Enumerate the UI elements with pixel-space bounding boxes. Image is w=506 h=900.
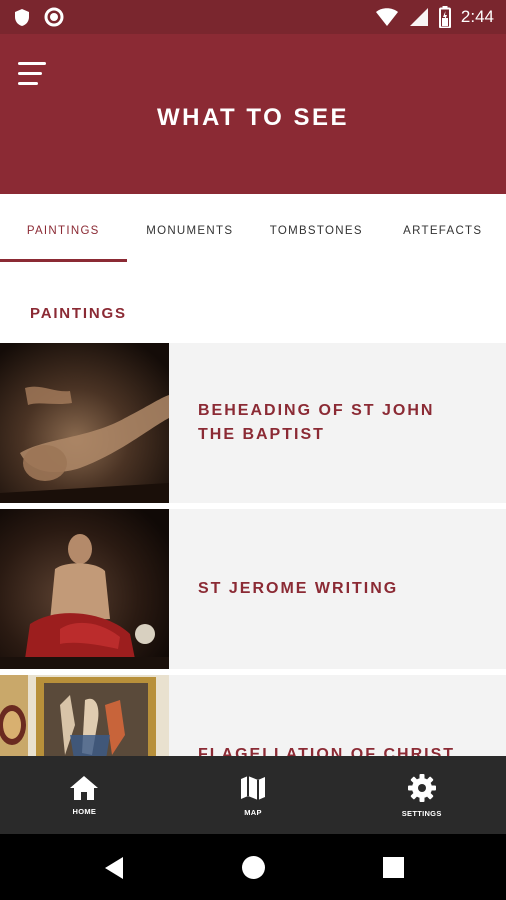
status-left [14, 7, 64, 27]
nav-home[interactable]: HOME [0, 756, 169, 834]
item-title: ST JEROME WRITING [198, 580, 399, 597]
painting-thumbnail [0, 675, 169, 756]
nav-map-label: MAP [244, 807, 262, 817]
paintings-list: BEHEADING OF ST JOHN THE BAPTIST ST JERO… [0, 343, 506, 756]
item-title: FLAGELLATION OF CHRIST [198, 746, 456, 756]
signal-icon [409, 8, 428, 26]
home-circle-icon[interactable] [241, 855, 266, 880]
list-item-flagellation[interactable]: FLAGELLATION OF CHRIST [0, 675, 506, 756]
recents-icon[interactable] [383, 857, 404, 878]
nav-settings-label: SETTINGS [401, 808, 442, 818]
tab-tombstones[interactable]: TOMBSTONES [253, 194, 380, 266]
wifi-icon [375, 8, 398, 26]
gear-icon [407, 773, 436, 802]
back-icon[interactable] [103, 856, 125, 880]
status-right: 2:44 [375, 6, 494, 28]
home-icon [70, 775, 99, 800]
system-navigation-bar [0, 834, 506, 900]
shield-icon [15, 8, 29, 26]
status-bar: 2:44 [0, 0, 506, 34]
tab-monuments[interactable]: MONUMENTS [127, 194, 254, 266]
page-title: WHAT TO SEE [157, 104, 349, 131]
bottom-navigation: HOME MAP SETTINGS [0, 756, 506, 834]
map-icon [241, 775, 265, 800]
tab-paintings[interactable]: PAINTINGS [0, 194, 127, 266]
battery-icon [438, 6, 451, 28]
nav-home-label: HOME [72, 806, 97, 816]
clock: 2:44 [460, 7, 494, 26]
nav-settings[interactable]: SETTINGS [337, 756, 506, 834]
tab-artefacts[interactable]: ARTEFACTS [380, 194, 506, 266]
category-tabs: PAINTINGS MONUMENTS TOMBSTONES ARTEFACTS [0, 194, 506, 266]
circle-icon [44, 7, 64, 27]
painting-thumbnail [0, 509, 169, 669]
painting-thumbnail [0, 343, 169, 503]
item-title: BEHEADING OF ST JOHN THE BAPTIST [198, 402, 435, 443]
list-item-st-jerome[interactable]: ST JEROME WRITING [0, 509, 506, 669]
nav-map[interactable]: MAP [169, 756, 338, 834]
section-heading: PAINTINGS [30, 305, 127, 322]
list-item-beheading[interactable]: BEHEADING OF ST JOHN THE BAPTIST [0, 343, 506, 503]
hamburger-menu-icon[interactable] [18, 62, 48, 88]
app-bar: WHAT TO SEE [0, 34, 506, 194]
